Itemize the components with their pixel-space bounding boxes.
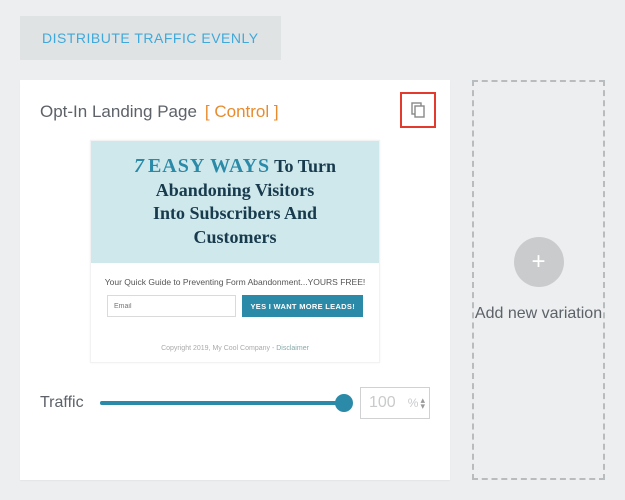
copy-icon <box>409 101 427 119</box>
footer-copyright: Copyright 2019, My Cool Company - <box>161 345 276 352</box>
traffic-percent-input[interactable]: 100 % ▴▾ <box>360 387 430 419</box>
preview-footer: Copyright 2019, My Cool Company - Discla… <box>91 345 379 352</box>
distribute-traffic-button[interactable]: DISTRIBUTE TRAFFIC EVENLY <box>20 16 281 60</box>
traffic-slider[interactable] <box>100 394 344 412</box>
slider-handle[interactable] <box>335 394 353 412</box>
preview-cta-button: YES I WANT MORE LEADS! <box>242 295 363 317</box>
hero-line4: Customers <box>107 226 363 249</box>
stepper-icon[interactable]: ▴▾ <box>420 397 425 409</box>
hero-line3: Into Subscribers And <box>107 202 363 225</box>
duplicate-button[interactable] <box>400 92 436 128</box>
variation-card-control: Opt-In Landing Page [ Control ] 7 EASY W… <box>20 80 450 480</box>
traffic-label: Traffic <box>40 394 84 412</box>
hero-rest1: To Turn <box>274 156 336 176</box>
footer-disclaimer: Disclaimer <box>276 345 309 352</box>
add-variation-label: Add new variation <box>475 305 602 323</box>
hero-easy: EASY WAYS <box>148 155 270 177</box>
variation-title: Opt-In Landing Page <box>40 102 197 122</box>
hero-number: 7 <box>134 155 144 177</box>
page-preview[interactable]: 7 EASY WAYS To Turn Abandoning Visitors … <box>90 140 380 363</box>
traffic-value: 100 <box>369 394 408 412</box>
distribute-label: DISTRIBUTE TRAFFIC EVENLY <box>42 30 259 46</box>
control-tag: [ Control ] <box>205 102 279 122</box>
preview-subhead: Your Quick Guide to Preventing Form Aban… <box>99 277 371 287</box>
slider-fill <box>100 401 344 405</box>
preview-email-input <box>107 295 236 317</box>
add-variation-panel[interactable]: + Add new variation <box>472 80 605 480</box>
hero-line2: Abandoning Visitors <box>107 179 363 202</box>
plus-icon: + <box>514 237 564 287</box>
traffic-unit: % <box>408 396 419 410</box>
preview-hero: 7 EASY WAYS To Turn Abandoning Visitors … <box>91 141 379 263</box>
